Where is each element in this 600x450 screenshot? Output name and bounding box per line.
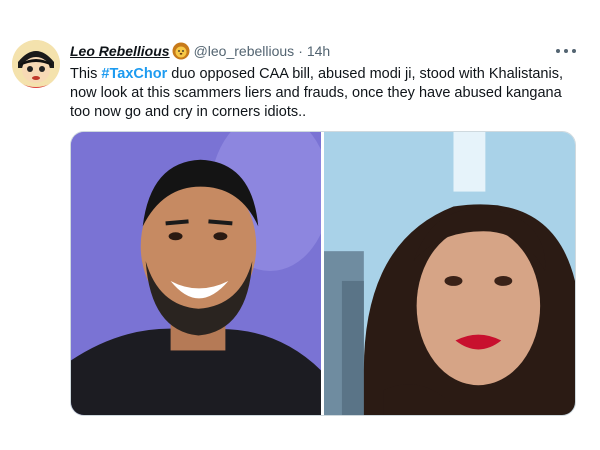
display-name[interactable]: Leo Rebellious bbox=[70, 43, 170, 59]
cartoon-avatar-icon bbox=[12, 40, 60, 88]
user-avatar[interactable] bbox=[12, 40, 60, 88]
woman-portrait-image bbox=[324, 132, 575, 415]
tweet-header: Leo Rebellious @leo_rebellious · 14h bbox=[70, 42, 330, 60]
tweet-card[interactable]: Leo Rebellious @leo_rebellious · 14h Thi… bbox=[0, 0, 600, 450]
tweet-timestamp[interactable]: 14h bbox=[307, 43, 330, 59]
tweet-media-grid bbox=[70, 131, 576, 416]
header-separator: · bbox=[298, 43, 303, 59]
tweet-text-prefix: This bbox=[70, 66, 102, 82]
user-handle[interactable]: @leo_rebellious bbox=[194, 43, 295, 59]
lion-face-icon bbox=[172, 42, 190, 60]
more-horizontal-icon[interactable] bbox=[556, 44, 576, 58]
man-portrait-image bbox=[71, 132, 321, 415]
tweet-photo-1[interactable] bbox=[71, 132, 321, 415]
hashtag-link[interactable]: #TaxChor bbox=[101, 66, 167, 82]
tweet-photo-2[interactable] bbox=[324, 132, 575, 415]
tweet-text: This #TaxChor duo opposed CAA bill, abus… bbox=[70, 65, 580, 122]
